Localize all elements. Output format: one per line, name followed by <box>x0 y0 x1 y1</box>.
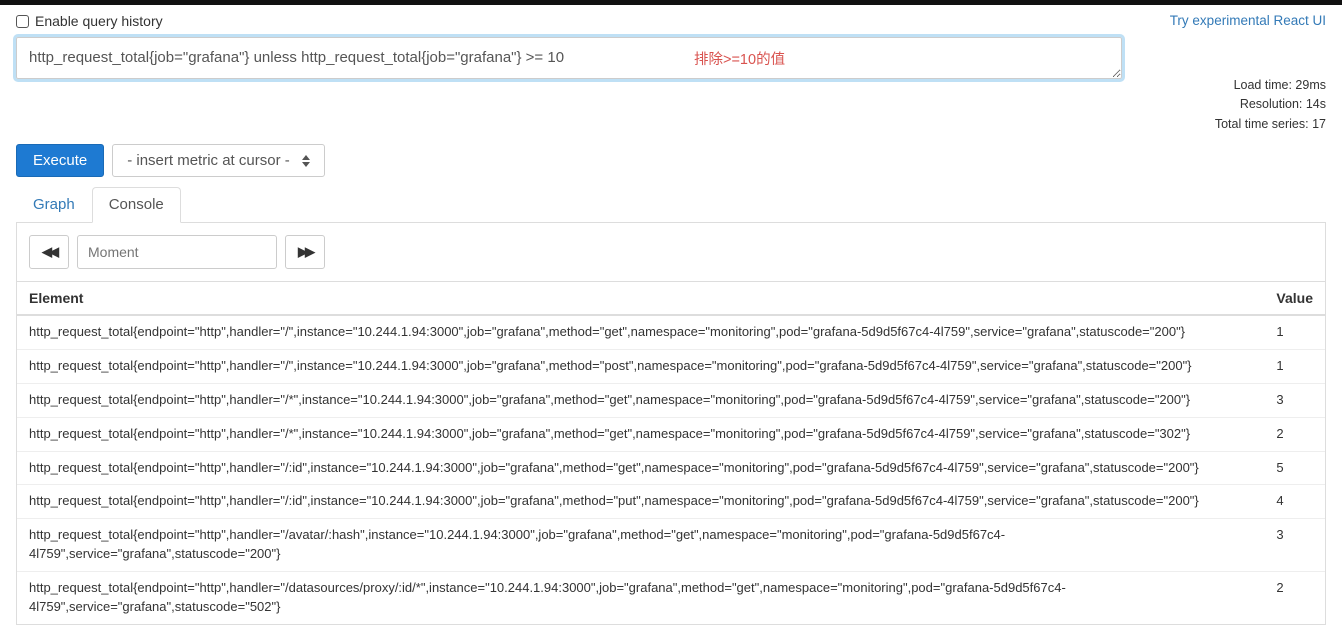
table-row: http_request_total{endpoint="http",handl… <box>17 383 1325 417</box>
table-row: http_request_total{endpoint="http",handl… <box>17 451 1325 485</box>
cell-value: 3 <box>1264 383 1325 417</box>
results-table: Element Value http_request_total{endpoin… <box>17 281 1325 623</box>
moment-input[interactable] <box>77 235 277 269</box>
table-row: http_request_total{endpoint="http",handl… <box>17 315 1325 349</box>
table-row: http_request_total{endpoint="http",handl… <box>17 519 1325 572</box>
cell-element: http_request_total{endpoint="http",handl… <box>17 383 1264 417</box>
execute-button[interactable]: Execute <box>16 144 104 177</box>
cell-value: 4 <box>1264 485 1325 519</box>
cell-element: http_request_total{endpoint="http",handl… <box>17 315 1264 349</box>
select-caret-icon <box>302 155 310 167</box>
cell-value: 1 <box>1264 349 1325 383</box>
checkbox-icon <box>16 15 29 28</box>
enable-query-history-label: Enable query history <box>35 13 163 29</box>
query-expression-input[interactable] <box>16 37 1122 79</box>
enable-query-history-toggle[interactable]: Enable query history <box>16 13 1166 29</box>
cell-element: http_request_total{endpoint="http",handl… <box>17 571 1264 623</box>
cell-value: 5 <box>1264 451 1325 485</box>
tab-console[interactable]: Console <box>92 187 181 223</box>
stat-load-time: Load time: 29ms <box>1166 76 1326 95</box>
react-ui-link[interactable]: Try experimental React UI <box>1170 13 1326 28</box>
insert-metric-select[interactable]: - insert metric at cursor - <box>112 144 325 177</box>
col-header-value: Value <box>1264 282 1325 316</box>
cell-element: http_request_total{endpoint="http",handl… <box>17 485 1264 519</box>
chevron-double-right-icon: ▶▶ <box>298 244 312 260</box>
cell-value: 2 <box>1264 417 1325 451</box>
table-row: http_request_total{endpoint="http",handl… <box>17 571 1325 623</box>
cell-element: http_request_total{endpoint="http",handl… <box>17 417 1264 451</box>
time-prev-button[interactable]: ◀◀ <box>29 235 69 269</box>
tab-graph[interactable]: Graph <box>16 187 92 223</box>
time-next-button[interactable]: ▶▶ <box>285 235 325 269</box>
stat-total-series: Total time series: 17 <box>1166 115 1326 134</box>
chevron-double-left-icon: ◀◀ <box>42 244 56 260</box>
cell-element: http_request_total{endpoint="http",handl… <box>17 519 1264 572</box>
cell-value: 3 <box>1264 519 1325 572</box>
cell-element: http_request_total{endpoint="http",handl… <box>17 349 1264 383</box>
table-row: http_request_total{endpoint="http",handl… <box>17 417 1325 451</box>
cell-element: http_request_total{endpoint="http",handl… <box>17 451 1264 485</box>
table-row: http_request_total{endpoint="http",handl… <box>17 349 1325 383</box>
cell-value: 1 <box>1264 315 1325 349</box>
insert-metric-label: - insert metric at cursor - <box>127 152 290 169</box>
stat-resolution: Resolution: 14s <box>1166 95 1326 114</box>
col-header-element: Element <box>17 282 1264 316</box>
cell-value: 2 <box>1264 571 1325 623</box>
table-row: http_request_total{endpoint="http",handl… <box>17 485 1325 519</box>
